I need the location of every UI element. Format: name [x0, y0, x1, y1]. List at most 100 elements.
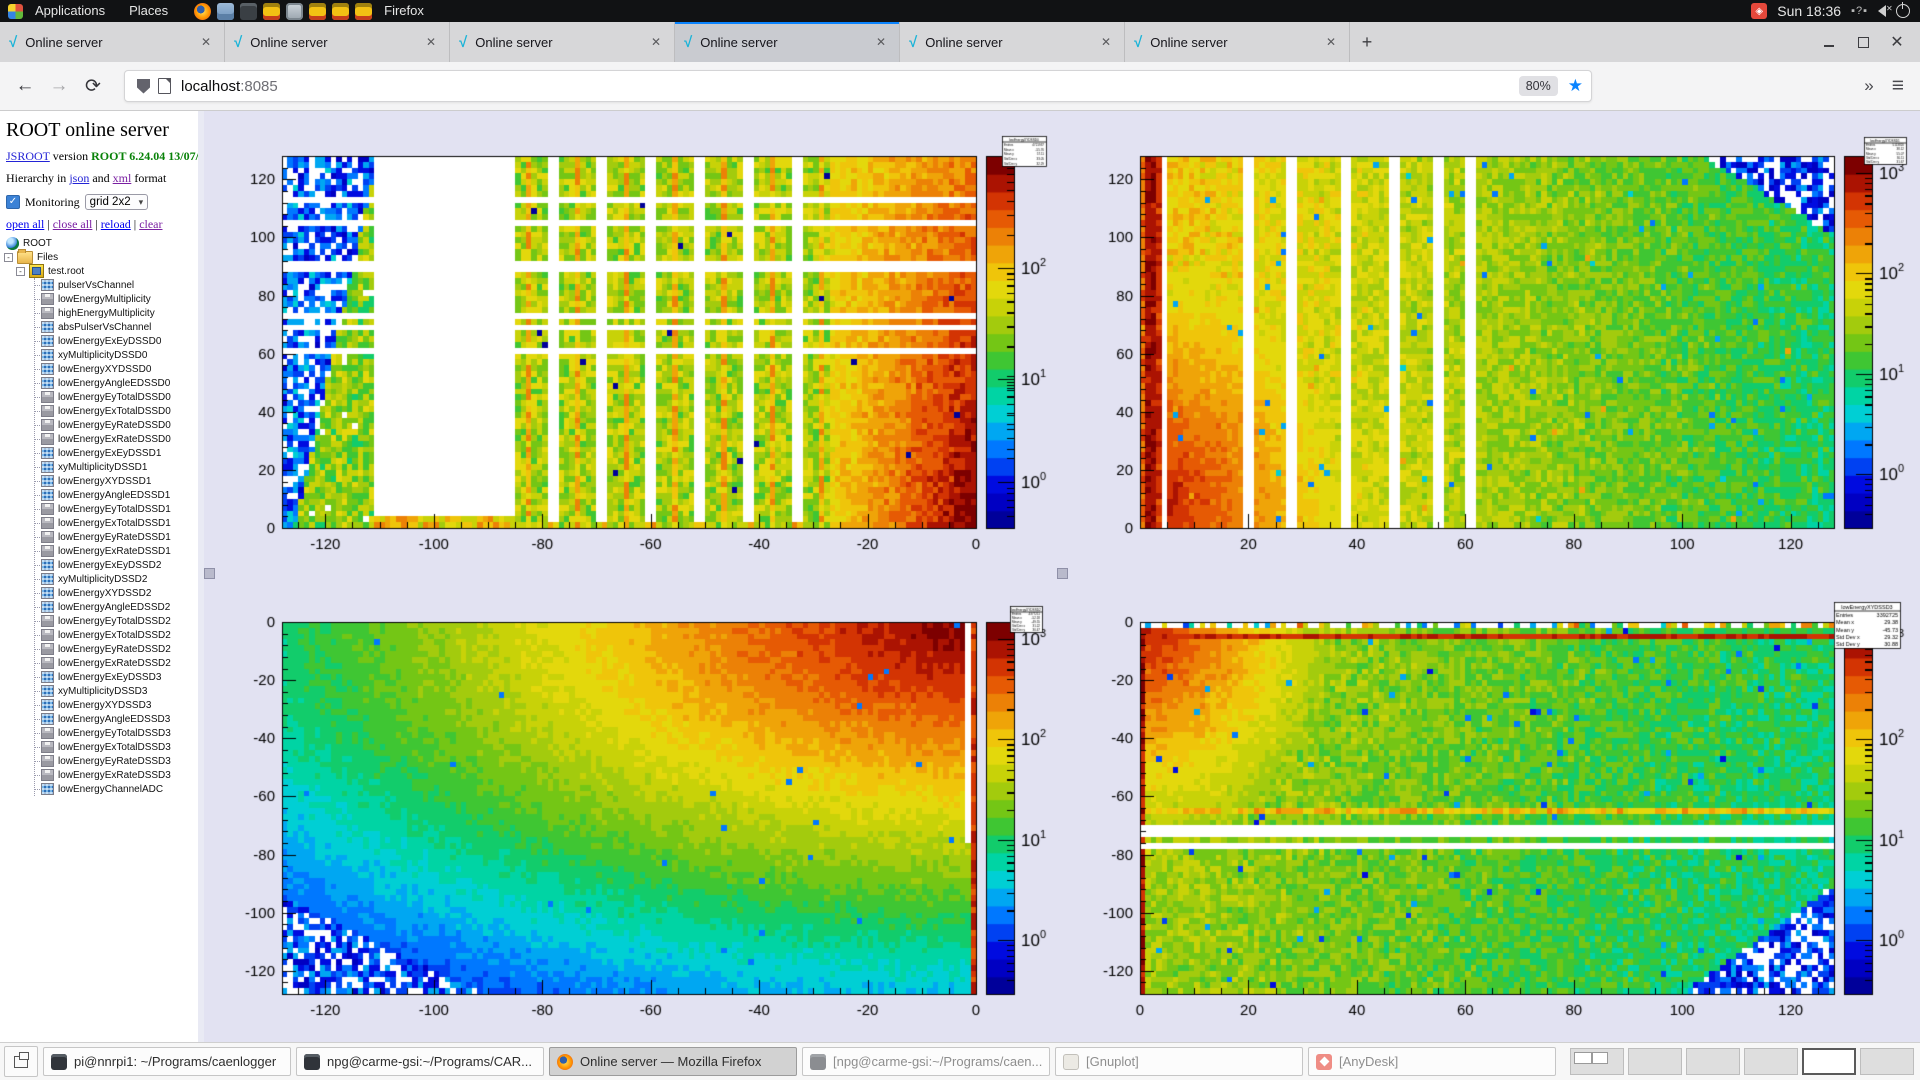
- open-all-link[interactable]: open all: [6, 217, 44, 231]
- power-icon[interactable]: [1896, 4, 1910, 18]
- tree-item[interactable]: lowEnergyAngleEDSSD3: [35, 712, 198, 726]
- show-windows-button[interactable]: [4, 1046, 38, 1077]
- volume-muted-icon[interactable]: [1878, 5, 1886, 17]
- grid-resize-handle[interactable]: [204, 568, 215, 579]
- tree-item[interactable]: lowEnergyExEyDSSD1: [35, 446, 198, 460]
- layout-select[interactable]: grid 2x2▾: [85, 194, 148, 210]
- tree-item[interactable]: lowEnergyExRateDSSD1: [35, 544, 198, 558]
- collapse-box-icon[interactable]: -: [4, 253, 13, 262]
- midas-launcher-icon[interactable]: [355, 3, 372, 20]
- tab-close-icon[interactable]: ✕: [422, 33, 440, 51]
- anydesk-tray-icon[interactable]: ◈: [1751, 3, 1767, 19]
- clear-link[interactable]: clear: [139, 217, 162, 231]
- tree-item[interactable]: lowEnergyEyRateDSSD1: [35, 530, 198, 544]
- tree-item[interactable]: lowEnergyEyTotalDSSD3: [35, 726, 198, 740]
- forward-button[interactable]: →: [42, 70, 76, 102]
- tracking-shield-icon[interactable]: [137, 79, 150, 94]
- reload-link[interactable]: reload: [101, 217, 131, 231]
- tree-item[interactable]: lowEnergyExTotalDSSD0: [35, 404, 198, 418]
- tree-item[interactable]: lowEnergyExTotalDSSD3: [35, 740, 198, 754]
- tree-item[interactable]: lowEnergyEyRateDSSD0: [35, 418, 198, 432]
- maximize-button[interactable]: [1848, 29, 1878, 55]
- tree-item[interactable]: lowEnergyExRateDSSD3: [35, 768, 198, 782]
- minimize-button[interactable]: [1814, 29, 1844, 55]
- tree-item[interactable]: lowEnergyExEyDSSD3: [35, 670, 198, 684]
- tree-item[interactable]: lowEnergyExEyDSSD0: [35, 334, 198, 348]
- workspace-6[interactable]: [1860, 1048, 1914, 1075]
- tree-item[interactable]: lowEnergyExTotalDSSD1: [35, 516, 198, 530]
- midas-launcher-icon[interactable]: [263, 3, 280, 20]
- tab-close-icon[interactable]: ✕: [647, 33, 665, 51]
- terminal-launcher-icon[interactable]: [240, 3, 257, 20]
- tree-item[interactable]: lowEnergyMultiplicity: [35, 292, 198, 306]
- tree-item[interactable]: lowEnergyExRateDSSD2: [35, 656, 198, 670]
- tree-item[interactable]: lowEnergyXYDSSD3: [35, 698, 198, 712]
- tree-item[interactable]: lowEnergyExEyDSSD2: [35, 558, 198, 572]
- tree-files[interactable]: - Files: [0, 250, 198, 264]
- browser-tab[interactable]: √ Online server ✕: [900, 22, 1125, 62]
- tab-close-icon[interactable]: ✕: [197, 33, 215, 51]
- tab-close-icon[interactable]: ✕: [1097, 33, 1115, 51]
- tree-item[interactable]: lowEnergyEyTotalDSSD0: [35, 390, 198, 404]
- taskbar-window-button[interactable]: pi@nnrpi1: ~/Programs/caenlogger: [43, 1047, 291, 1076]
- tree-item[interactable]: lowEnergyXYDSSD2: [35, 586, 198, 600]
- tree-root[interactable]: ROOT: [0, 236, 198, 250]
- url-bar[interactable]: localhost :8085 80% ★: [124, 70, 1592, 102]
- browser-tab[interactable]: √ Online server ✕: [675, 22, 900, 62]
- reload-button[interactable]: ⟳: [76, 70, 110, 102]
- tree-item[interactable]: lowEnergyExTotalDSSD2: [35, 628, 198, 642]
- tree-item[interactable]: xyMultiplicityDSSD2: [35, 572, 198, 586]
- bookmark-star-icon[interactable]: ★: [1568, 76, 1583, 96]
- tree-item[interactable]: lowEnergyAngleEDSSD1: [35, 488, 198, 502]
- taskbar-window-button[interactable]: Online server — Mozilla Firefox: [549, 1047, 797, 1076]
- taskbar-window-button[interactable]: [npg@carme-gsi:~/Programs/caen...: [802, 1047, 1050, 1076]
- workspace-3[interactable]: [1686, 1048, 1740, 1075]
- tree-item[interactable]: lowEnergyEyTotalDSSD2: [35, 614, 198, 628]
- xml-link[interactable]: xml: [113, 171, 132, 185]
- tree-item[interactable]: lowEnergyAngleEDSSD2: [35, 600, 198, 614]
- grid-resize-handle[interactable]: [1057, 568, 1068, 579]
- tree-item[interactable]: lowEnergyEyRateDSSD2: [35, 642, 198, 656]
- taskbar-window-button[interactable]: [Gnuplot]: [1055, 1047, 1303, 1076]
- firefox-launcher-icon[interactable]: [194, 3, 211, 20]
- applications-menu[interactable]: Applications: [23, 0, 117, 22]
- tree-item[interactable]: lowEnergyChannelADC: [35, 782, 198, 796]
- distro-menu-icon[interactable]: [8, 4, 23, 19]
- clock[interactable]: Sun 18:36: [1777, 3, 1841, 19]
- histogram-pad-bottom-left[interactable]: [204, 576, 1061, 1042]
- histogram-pad-top-right[interactable]: [1062, 110, 1919, 576]
- tree-item[interactable]: lowEnergyAngleEDSSD0: [35, 376, 198, 390]
- page-info-icon[interactable]: [158, 78, 171, 94]
- browser-tab[interactable]: √ Online server ✕: [225, 22, 450, 62]
- histogram-pad-top-left[interactable]: [204, 110, 1061, 576]
- tree-item[interactable]: pulserVsChannel: [35, 278, 198, 292]
- browser-tab[interactable]: √ Online server ✕: [450, 22, 675, 62]
- close-window-button[interactable]: ✕: [1882, 29, 1912, 55]
- midas-launcher-icon[interactable]: [309, 3, 326, 20]
- browser-tab[interactable]: √ Online server ✕: [1125, 22, 1350, 62]
- workspace-2[interactable]: [1628, 1048, 1682, 1075]
- histogram-pad-bottom-right[interactable]: [1062, 576, 1919, 1042]
- midas-launcher-icon[interactable]: [332, 3, 349, 20]
- jsroot-link[interactable]: JSROOT: [6, 149, 50, 163]
- workspace-5[interactable]: [1802, 1048, 1856, 1075]
- network-status-icon[interactable]: ▪?▪: [1851, 5, 1868, 17]
- tree-item[interactable]: xyMultiplicityDSSD3: [35, 684, 198, 698]
- tree-item[interactable]: xyMultiplicityDSSD1: [35, 460, 198, 474]
- screenshot-launcher-icon[interactable]: [286, 3, 303, 20]
- back-button[interactable]: ←: [8, 70, 42, 102]
- tab-close-icon[interactable]: ✕: [872, 33, 890, 51]
- tree-item[interactable]: absPulserVsChannel: [35, 320, 198, 334]
- tree-item[interactable]: lowEnergyEyTotalDSSD1: [35, 502, 198, 516]
- files-launcher-icon[interactable]: [217, 3, 234, 20]
- workspace-1[interactable]: [1570, 1048, 1624, 1075]
- new-tab-button[interactable]: +: [1350, 22, 1384, 62]
- tree-item[interactable]: lowEnergyExRateDSSD0: [35, 432, 198, 446]
- json-link[interactable]: json: [69, 171, 89, 185]
- tree-test-root[interactable]: - test.root: [0, 264, 198, 278]
- taskbar-window-button[interactable]: [AnyDesk]: [1308, 1047, 1556, 1076]
- tree-item[interactable]: xyMultiplicityDSSD0: [35, 348, 198, 362]
- close-all-link[interactable]: close all: [53, 217, 93, 231]
- monitoring-checkbox[interactable]: ✓: [6, 195, 20, 209]
- zoom-indicator[interactable]: 80%: [1519, 76, 1558, 96]
